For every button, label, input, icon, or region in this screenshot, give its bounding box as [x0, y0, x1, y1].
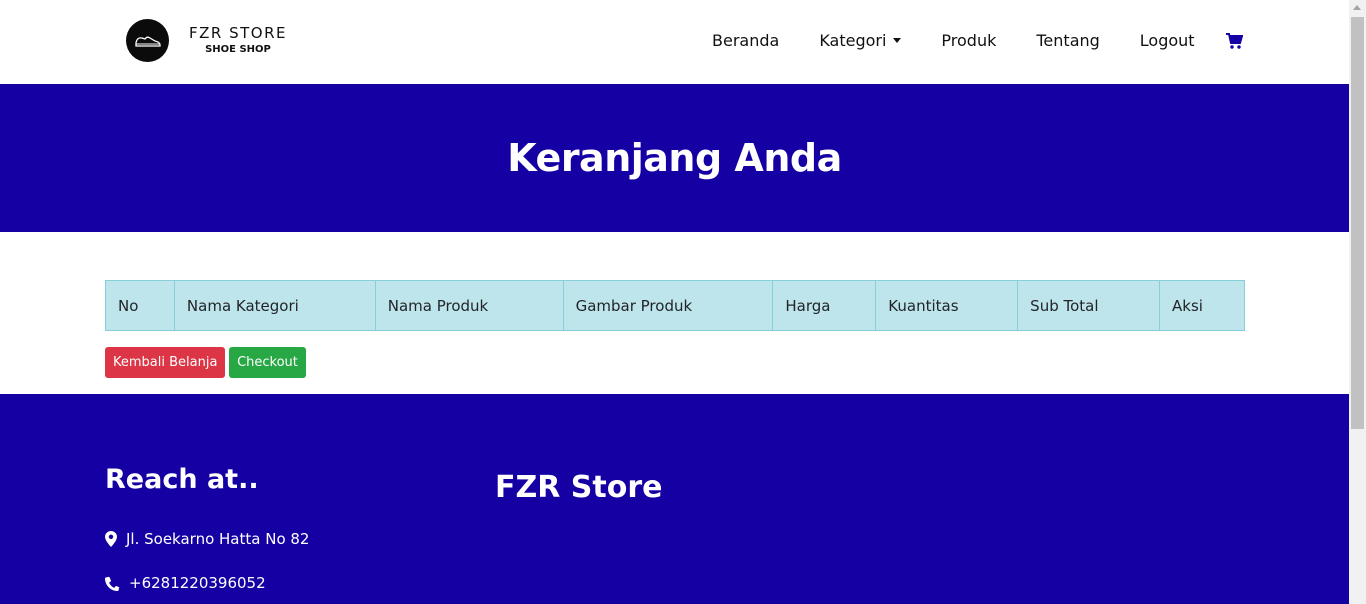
hero-banner: Keranjang Anda — [0, 84, 1349, 232]
footer-phone: +6281220396052 — [105, 574, 266, 592]
phone-icon — [105, 576, 120, 591]
brand-subtitle: SHOE SHOP — [205, 44, 271, 55]
shopping-cart-icon[interactable] — [1225, 32, 1243, 50]
scroll-up-arrow-icon[interactable] — [1353, 5, 1361, 10]
vertical-scrollbar[interactable] — [1349, 0, 1366, 604]
footer-store-title: FZR Store — [495, 470, 663, 505]
nav-item-tentang[interactable]: Tentang — [1036, 31, 1099, 50]
nav-item-kategori-dropdown[interactable]: Kategori — [819, 31, 901, 50]
map-marker-icon — [105, 531, 117, 547]
table-header-row: No Nama Kategori Nama Produk Gambar Prod… — [105, 280, 1245, 331]
checkout-button[interactable]: Checkout — [229, 347, 306, 378]
brand-title: FZR STORE — [189, 24, 287, 42]
column-header-nama-kategori: Nama Kategori — [173, 280, 376, 331]
nav-item-logout[interactable]: Logout — [1140, 31, 1195, 50]
nav-links: Beranda Kategori Produk Tentang Logout — [712, 31, 1243, 50]
footer-address: Jl. Soekarno Hatta No 82 — [105, 530, 309, 548]
footer-phone-text: +6281220396052 — [129, 574, 266, 592]
column-header-gambar-produk: Gambar Produk — [562, 280, 774, 331]
back-to-shopping-button[interactable]: Kembali Belanja — [105, 347, 225, 378]
footer: Reach at.. FZR Store Jl. Soekarno Hatta … — [0, 394, 1349, 604]
column-header-aksi: Aksi — [1159, 280, 1245, 331]
cart-table-container: No Nama Kategori Nama Produk Gambar Prod… — [105, 280, 1245, 331]
cart-actions: Kembali Belanja Checkout — [105, 347, 306, 378]
footer-address-text: Jl. Soekarno Hatta No 82 — [126, 530, 310, 548]
footer-reach-title: Reach at.. — [105, 464, 259, 495]
navbar: FZR STORE SHOE SHOP Beranda Kategori Pro… — [0, 0, 1349, 84]
nav-item-produk[interactable]: Produk — [941, 31, 996, 50]
scrollbar-thumb[interactable] — [1351, 17, 1364, 429]
brand-logo-link[interactable]: FZR STORE SHOE SHOP — [126, 19, 287, 62]
column-header-sub-total: Sub Total — [1017, 280, 1161, 331]
page-title: Keranjang Anda — [507, 136, 842, 180]
nav-item-beranda[interactable]: Beranda — [712, 31, 779, 50]
column-header-kuantitas: Kuantitas — [875, 280, 1019, 331]
column-header-harga: Harga — [772, 280, 877, 331]
cart-table: No Nama Kategori Nama Produk Gambar Prod… — [105, 280, 1245, 331]
column-header-nama-produk: Nama Produk — [374, 280, 564, 331]
page: FZR STORE SHOE SHOP Beranda Kategori Pro… — [0, 0, 1349, 604]
shoe-logo-icon — [126, 19, 169, 62]
column-header-no: No — [105, 280, 175, 331]
